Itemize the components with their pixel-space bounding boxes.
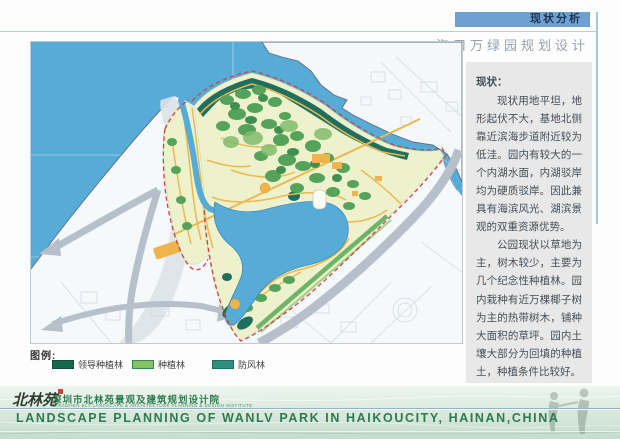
legend-label: 种植林 xyxy=(158,358,185,371)
status-paragraph-1: 现状用地平坦，地形起伏不大，基地北侧靠近滨海步道附近较为低洼。园内有较大的一个内… xyxy=(476,92,582,236)
legend-swatch-planting-forest xyxy=(132,360,154,369)
status-heading: 现状： xyxy=(476,74,582,89)
legend-item-leader-forest: 领导种植林 xyxy=(52,358,123,371)
status-text-panel: 现状： 现状用地平坦，地形起伏不大，基地北侧靠近滨海步道附近较为低洼。园内有较大… xyxy=(466,62,592,383)
right-accent-line xyxy=(596,12,598,224)
planning-board-page: 现状分析 海口万绿园规划设计 xyxy=(0,0,620,439)
site-plan-map xyxy=(31,42,462,343)
footer-band: 北林苑 深圳市北林苑景观及建筑规划设计院 SHENZHEN BLY LANDSC… xyxy=(0,386,620,439)
legend-label: 领导种植林 xyxy=(78,358,123,371)
status-paragraph-2: 公园现状以草地为主，树木较少，主要为几个纪念性种植林。园内栽种有近万棵椰子树为主… xyxy=(476,236,582,380)
footer-main-title: LANDSCAPE PLANNING OF WANLV PARK IN HAIK… xyxy=(16,411,559,425)
footer-bottom-line xyxy=(0,431,620,432)
legend-swatch-leader-forest xyxy=(52,360,74,369)
section-header-bar: 现状分析 xyxy=(455,12,590,27)
section-label: 现状分析 xyxy=(455,12,590,27)
legend: 领导种植林 种植林 防风林 xyxy=(52,358,265,371)
legend-item-planting-forest: 种植林 xyxy=(132,358,185,371)
footer-divider-highlight xyxy=(0,409,620,410)
legend-swatch-windbreak-forest xyxy=(212,360,234,369)
legend-item-windbreak-forest: 防风林 xyxy=(212,358,265,371)
legend-label: 防风林 xyxy=(238,358,265,371)
header-divider-line xyxy=(0,31,597,32)
